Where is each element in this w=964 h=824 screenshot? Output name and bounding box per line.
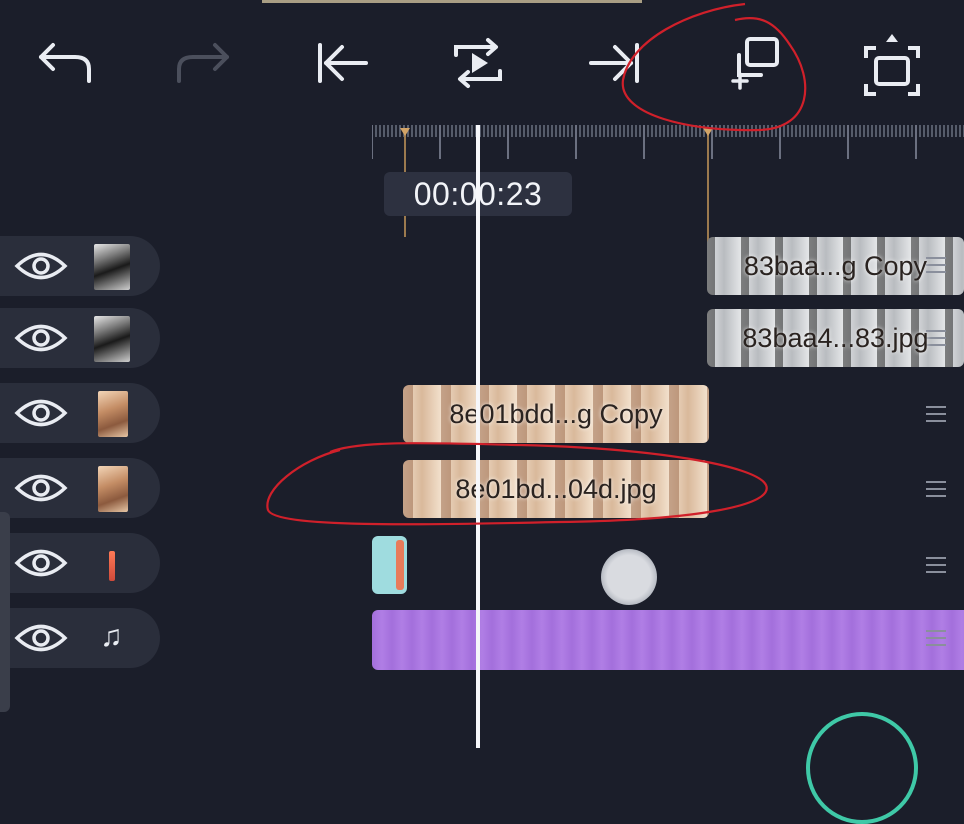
track-header-2[interactable] [0, 308, 160, 368]
music-note-icon: ♫ [100, 620, 123, 653]
fullscreen-button[interactable] [857, 30, 927, 96]
visibility-eye-icon[interactable] [14, 396, 68, 430]
drag-handle[interactable] [926, 630, 946, 646]
keyframe-marker [707, 133, 709, 245]
drag-handle[interactable] [926, 257, 946, 273]
fullscreen-icon [864, 34, 920, 96]
jump-to-end-icon [589, 43, 639, 83]
overlay-thumbnail [109, 551, 115, 581]
overlay-clip[interactable] [372, 536, 407, 594]
redo-button[interactable] [168, 30, 238, 96]
keyframe-marker-head [400, 128, 410, 136]
side-panel-edge[interactable] [0, 512, 10, 712]
clip-label: 83baa...g Copy [743, 250, 928, 281]
duplicate-icon [731, 37, 779, 90]
track-header-3[interactable] [0, 383, 160, 443]
drag-handle[interactable] [926, 330, 946, 346]
track-header-1[interactable] [0, 236, 160, 296]
toolbar [0, 0, 964, 125]
jump-to-start-button[interactable] [305, 30, 375, 96]
visibility-eye-icon[interactable] [14, 321, 68, 355]
jump-to-end-button[interactable] [582, 30, 652, 96]
clip-83baa-copy[interactable]: 83baa...g Copy [707, 237, 964, 295]
clip-thumbnail [98, 466, 128, 512]
undo-icon [39, 43, 91, 83]
clip-8e01bd-jpg[interactable]: 8e01bd...04d.jpg [403, 460, 709, 518]
undo-button[interactable] [30, 30, 100, 96]
track-header-6[interactable]: ♫ [0, 608, 160, 668]
visibility-eye-icon[interactable] [14, 546, 68, 580]
drag-handle[interactable] [926, 406, 946, 422]
clip-label: 8e01bdd...g Copy [449, 398, 663, 429]
drag-handle[interactable] [926, 557, 946, 573]
track-header-5[interactable] [0, 533, 160, 593]
keyframe-marker-head [703, 128, 713, 136]
clip-thumbnail [94, 244, 130, 290]
floating-action-button[interactable] [806, 712, 918, 824]
audio-clip[interactable] [372, 610, 964, 670]
visibility-eye-icon[interactable] [14, 471, 68, 505]
touch-indicator [601, 549, 657, 605]
timeline-ruler[interactable] [372, 125, 964, 175]
visibility-eye-icon[interactable] [14, 249, 68, 283]
clip-83baa4-jpg[interactable]: 83baa4...83.jpg [707, 309, 964, 367]
clip-thumbnail [98, 391, 128, 437]
clip-8e01bdd-copy[interactable]: 8e01bdd...g Copy [403, 385, 709, 443]
visibility-eye-icon[interactable] [14, 621, 68, 655]
duplicate-button[interactable] [720, 30, 790, 96]
clip-label: 83baa4...83.jpg [742, 322, 929, 353]
track-header-4[interactable] [0, 458, 160, 518]
clip-thumbnail [94, 316, 130, 362]
clip-label: 8e01bd...04d.jpg [455, 473, 657, 504]
loop-play-icon [454, 38, 502, 88]
jump-to-start-icon [318, 43, 368, 83]
redo-icon [177, 43, 229, 83]
drag-handle[interactable] [926, 481, 946, 497]
loop-play-button[interactable] [443, 30, 513, 96]
playhead[interactable] [476, 125, 480, 748]
